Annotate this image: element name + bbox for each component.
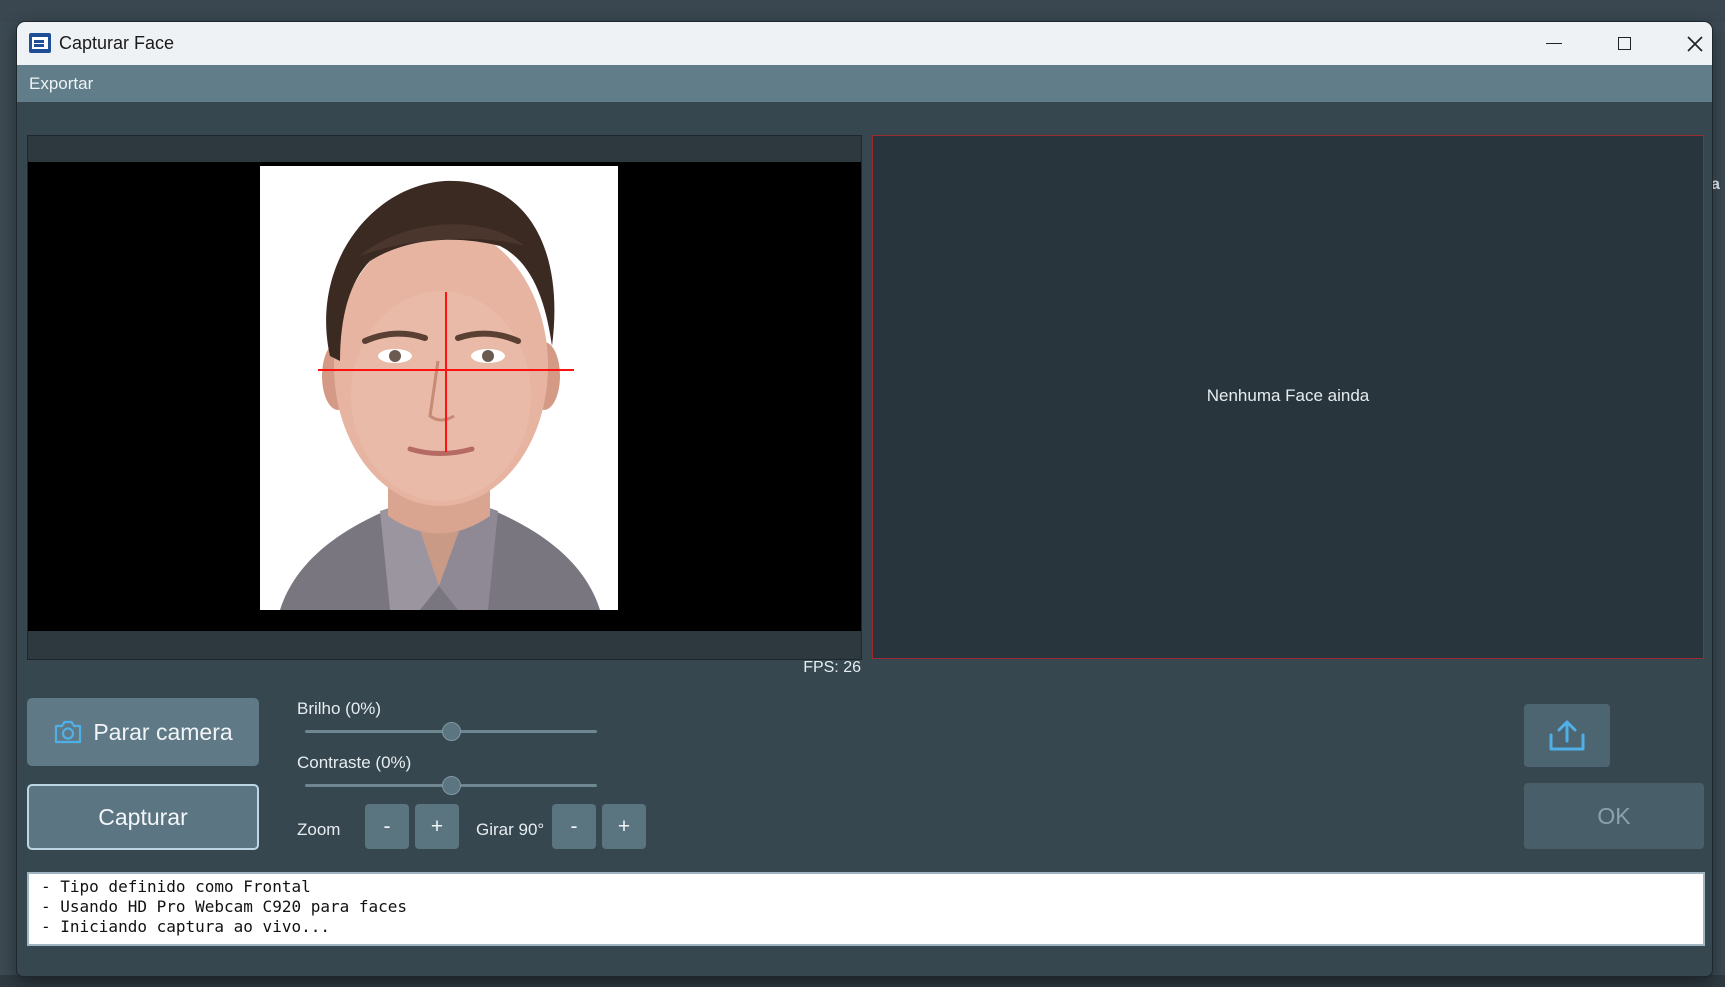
log-line: - Usando HD Pro Webcam C920 para faces — [41, 897, 408, 916]
maximize-button[interactable] — [1589, 22, 1659, 65]
zoom-out-button[interactable]: - — [365, 804, 409, 849]
app-icon — [29, 33, 51, 53]
brightness-slider[interactable] — [305, 722, 597, 741]
background-window-glyph: a — [1711, 176, 1720, 193]
captured-face-panel: Nenhuma Face ainda — [872, 135, 1704, 659]
camera-video-feed — [28, 162, 861, 631]
contrast-slider-thumb[interactable] — [441, 776, 461, 795]
live-face-image — [260, 166, 618, 610]
crosshair-vertical-line — [445, 292, 447, 452]
zoom-label: Zoom — [297, 820, 341, 839]
no-face-message: Nenhuma Face ainda — [1206, 386, 1370, 405]
zoom-in-button[interactable]: + — [415, 804, 459, 849]
close-button[interactable] — [1660, 22, 1712, 65]
capture-face-window: Capturar Face Exportar FPS: 26 Nenhuma F… — [17, 22, 1712, 976]
stop-camera-button[interactable]: Parar camera — [27, 698, 259, 766]
brightness-label: Brilho (0%) — [297, 699, 382, 718]
log-output: - Tipo definido como Frontal - Usando HD… — [27, 872, 1705, 946]
rotate-label: Girar 90° — [476, 820, 545, 839]
camera-icon — [55, 720, 82, 744]
stop-camera-label: Parar camera — [93, 718, 233, 745]
minimize-icon — [1546, 42, 1562, 45]
maximize-icon — [1617, 37, 1631, 50]
upload-icon — [1549, 720, 1585, 750]
minimize-button[interactable] — [1519, 22, 1589, 65]
menu-item-exportar[interactable]: Exportar — [29, 74, 93, 94]
menu-bar: Exportar — [17, 65, 1712, 102]
log-line: - Tipo definido como Frontal — [41, 877, 311, 896]
contrast-label: Contraste (0%) — [297, 753, 412, 772]
fps-counter: FPS: 26 — [803, 659, 861, 676]
desktop-taskbar-edge — [0, 975, 1725, 987]
camera-preview-panel — [27, 135, 862, 660]
brightness-slider-thumb[interactable] — [441, 722, 461, 741]
crosshair-horizontal-line — [318, 369, 574, 371]
title-bar[interactable]: Capturar Face — [17, 22, 1712, 65]
ok-button[interactable]: OK — [1524, 783, 1704, 849]
capture-button[interactable]: Capturar — [27, 784, 259, 850]
export-upload-button[interactable] — [1524, 704, 1610, 767]
log-line: - Iniciando captura ao vivo... — [41, 917, 330, 936]
face-portrait-illustration — [260, 166, 618, 610]
rotate-left-button[interactable]: - — [552, 804, 596, 849]
desktop-background — [0, 0, 1725, 22]
contrast-slider[interactable] — [305, 776, 597, 795]
window-title: Capturar Face — [59, 33, 175, 53]
rotate-right-button[interactable]: + — [602, 804, 646, 849]
close-icon — [1687, 35, 1703, 52]
